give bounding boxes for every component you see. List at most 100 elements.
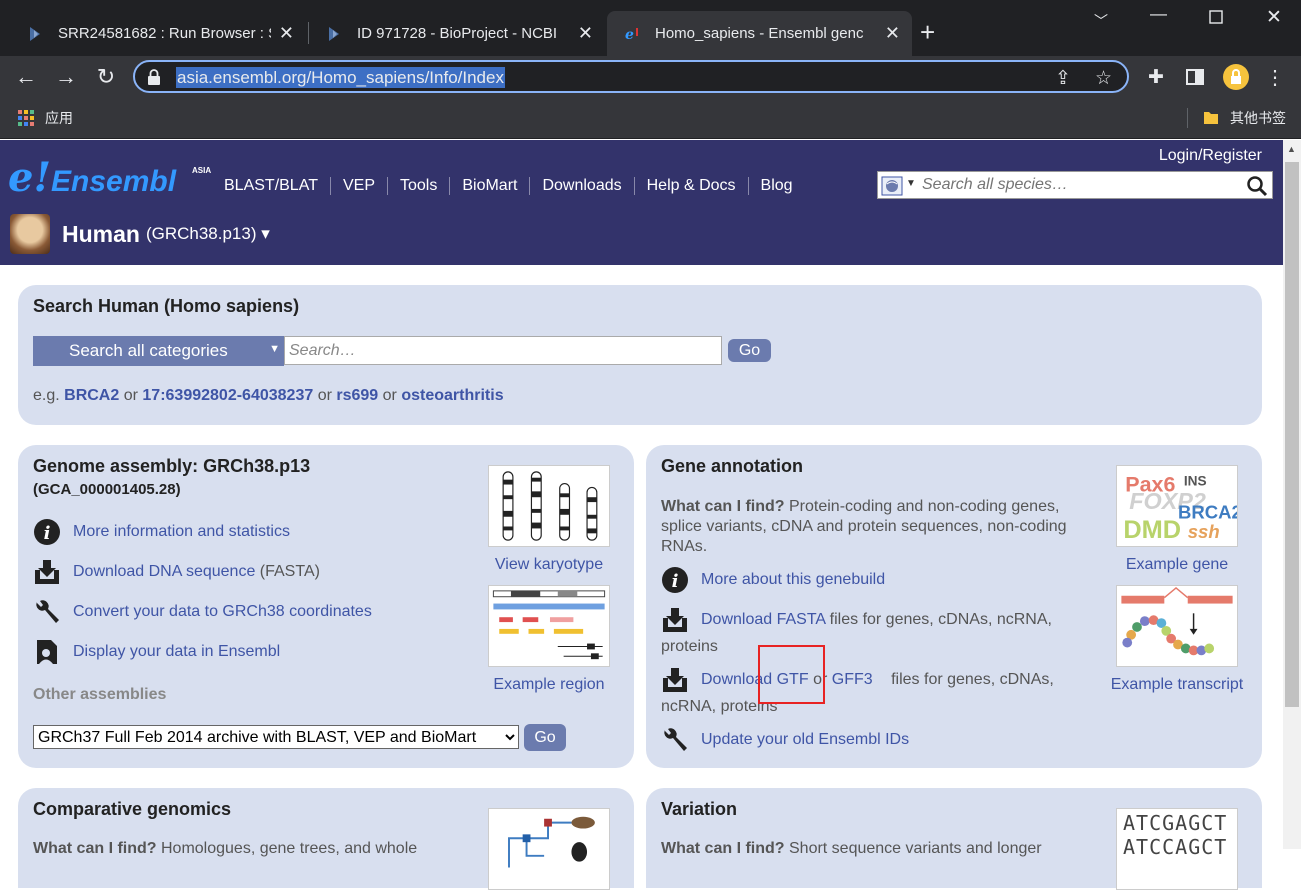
tab-sra-run-browser[interactable]: SRR24581682 : Run Browser : S ✕ (10, 11, 306, 56)
folder-icon (1204, 112, 1218, 124)
genebuild-link[interactable]: More about this genebuild (701, 571, 885, 588)
side-panel-icon[interactable] (1180, 62, 1210, 92)
header-search-input[interactable] (922, 175, 1242, 195)
download-gff3-link[interactable]: GFF3 (832, 671, 873, 688)
convert-data-row: Convert your data to GRCh38 coordinates (73, 603, 372, 621)
genebuild-row: More about this genebuild (701, 571, 885, 589)
new-tab-plus-icon[interactable]: + (920, 17, 935, 47)
ensembl-logo[interactable]: e!Ensembl ASIA (8, 154, 211, 201)
maximize-icon[interactable] (1209, 9, 1223, 29)
or-text: or (382, 387, 397, 404)
bookmark-star-icon[interactable]: ☆ (1095, 67, 1112, 90)
variation-find-text: What can I find? Short sequence variants… (661, 840, 1042, 858)
assembly-dropdown[interactable]: (GRCh38.p13) ▾ (146, 224, 270, 244)
example-region-link[interactable]: Example region (493, 676, 604, 693)
other-assemblies-select[interactable]: GRCh37 Full Feb 2014 archive with BLAST,… (33, 725, 519, 749)
download-gtf-row: Download GTF or GFF3 files for genes, cD… (701, 671, 1054, 689)
nav-help-docs[interactable]: Help & Docs (635, 177, 749, 195)
nav-biomart[interactable]: BioMart (450, 177, 531, 195)
apps-bookmark[interactable]: 应用 (18, 108, 73, 128)
other-bookmarks-folder[interactable]: 其他书签 (1203, 108, 1286, 128)
example-gene-caption: Example gene (1106, 556, 1248, 574)
species-name[interactable]: Human (62, 221, 140, 248)
example-region-thumbnail[interactable] (488, 585, 610, 667)
nav-tools[interactable]: Tools (388, 177, 451, 195)
example-transcript-link[interactable]: Example transcript (1111, 676, 1244, 693)
nav-downloads[interactable]: Downloads (530, 177, 635, 195)
login-register-link[interactable]: Login/Register (1159, 147, 1262, 165)
nav-blog[interactable]: Blog (749, 177, 805, 195)
apps-grid-icon (18, 110, 34, 126)
example-gene-link[interactable]: Example gene (1126, 556, 1228, 573)
nav-vep[interactable]: VEP (331, 177, 388, 195)
sequence-line-1: ATCGAGCT (1123, 811, 1228, 835)
human-species-avatar[interactable] (10, 214, 50, 254)
address-bar[interactable]: asia.ensembl.org/Homo_sapiens/Info/Index… (133, 60, 1129, 93)
example-variant-link[interactable]: rs699 (336, 387, 378, 404)
reload-icon[interactable]: ↻ (91, 62, 121, 92)
example-location-link[interactable]: 17:63992802-64038237 (142, 387, 313, 404)
forward-arrow-icon[interactable]: → (51, 62, 81, 92)
tab-close-icon[interactable]: ✕ (578, 23, 593, 44)
species-filter-icon[interactable] (881, 176, 903, 196)
bookmarks-bar: 应用 其他书签 (0, 98, 1301, 139)
eg-prefix: e.g. (33, 387, 60, 404)
example-transcript-thumbnail[interactable] (1116, 585, 1238, 667)
comparative-genomics-title: Comparative genomics (33, 799, 232, 819)
chevron-down-icon[interactable]: ▼ (906, 178, 916, 189)
or-text: or (123, 387, 138, 404)
main-nav: BLAST/BLAT VEP Tools BioMart Downloads H… (212, 177, 805, 195)
species-search-input[interactable]: Search… (284, 336, 722, 365)
fasta-description-cont: proteins (661, 638, 718, 655)
logo-name: Ensembl (51, 165, 177, 198)
example-region-caption: Example region (488, 676, 610, 694)
url-text[interactable]: asia.ensembl.org/Homo_sapiens/Info/Index (176, 67, 505, 88)
update-ids-link[interactable]: Update your old Ensembl IDs (701, 731, 909, 748)
example-phenotype-link[interactable]: osteoarthritis (401, 387, 503, 404)
find-label: What can I find? (661, 498, 785, 515)
tab-close-icon[interactable]: ✕ (885, 23, 900, 44)
back-arrow-icon[interactable]: ← (11, 62, 41, 92)
tab-title: ID 971728 - BioProject - NCBI (357, 25, 558, 42)
tab-close-icon[interactable]: ✕ (279, 23, 294, 44)
search-examples: e.g. BRCA2 or 17:63992802-64038237 or rs… (33, 387, 504, 405)
variation-thumbnail[interactable]: ATCGAGCT ATCCAGCT (1116, 808, 1238, 890)
wrench-icon (36, 600, 59, 623)
gene-tree-thumbnail[interactable] (488, 808, 610, 890)
close-window-icon[interactable]: ✕ (1266, 6, 1282, 29)
convert-data-link[interactable]: Convert your data to GRCh38 coordinates (73, 603, 372, 620)
assembly-go-button[interactable]: Go (524, 724, 566, 751)
karyotype-thumbnail[interactable] (488, 465, 610, 547)
download-dna-link[interactable]: Download DNA sequence (73, 563, 255, 580)
example-brca2-link[interactable]: BRCA2 (64, 387, 119, 404)
extensions-puzzle-icon[interactable]: ✚ (1141, 62, 1171, 92)
display-data-link[interactable]: Display your data in Ensembl (73, 643, 280, 660)
gene-word-brca2: BRCA2 (1178, 502, 1238, 523)
download-icon (663, 668, 687, 692)
view-karyotype-link[interactable]: View karyotype (495, 556, 603, 573)
example-gene-thumbnail[interactable]: Pax6 INS FOXP2 BRCA2 DMD ssh (1116, 465, 1238, 547)
share-icon[interactable]: ⇪ (1055, 67, 1071, 90)
minimize-icon[interactable]: — (1150, 4, 1167, 24)
page-scrollbar[interactable]: ▲ (1283, 140, 1301, 849)
more-info-link[interactable]: More information and statistics (73, 523, 290, 540)
browser-menu-kebab-icon[interactable]: ⋮ (1260, 62, 1290, 92)
nav-blast[interactable]: BLAST/BLAT (212, 177, 331, 195)
profile-avatar-icon[interactable] (1221, 62, 1251, 92)
scroll-up-arrow-icon[interactable]: ▲ (1287, 144, 1296, 154)
tab-bioproject[interactable]: ID 971728 - BioProject - NCBI ✕ (309, 11, 605, 56)
scrollbar-thumb[interactable] (1285, 162, 1299, 707)
wrench-icon (664, 728, 687, 751)
search-go-button[interactable]: Go (728, 339, 771, 362)
tab-ensembl[interactable]: e Homo_sapiens - Ensembl genc ✕ (607, 11, 912, 56)
tab-search-chevron-icon[interactable]: ﹀ (1094, 11, 1108, 31)
ensembl-favicon-icon: e (625, 27, 638, 42)
other-bookmarks-label: 其他书签 (1230, 110, 1286, 126)
comparative-find-text: What can I find? Homologues, gene trees,… (33, 840, 417, 858)
search-category-select[interactable]: Search all categories ▼ (33, 336, 284, 366)
view-karyotype-caption: View karyotype (488, 556, 610, 574)
search-icon[interactable] (1246, 175, 1268, 197)
fasta-description: files for genes, cDNAs, ncRNA, (825, 611, 1052, 628)
variation-panel: Variation What can I find? Short sequenc… (646, 788, 1262, 890)
download-fasta-link[interactable]: Download FASTA (701, 611, 825, 628)
